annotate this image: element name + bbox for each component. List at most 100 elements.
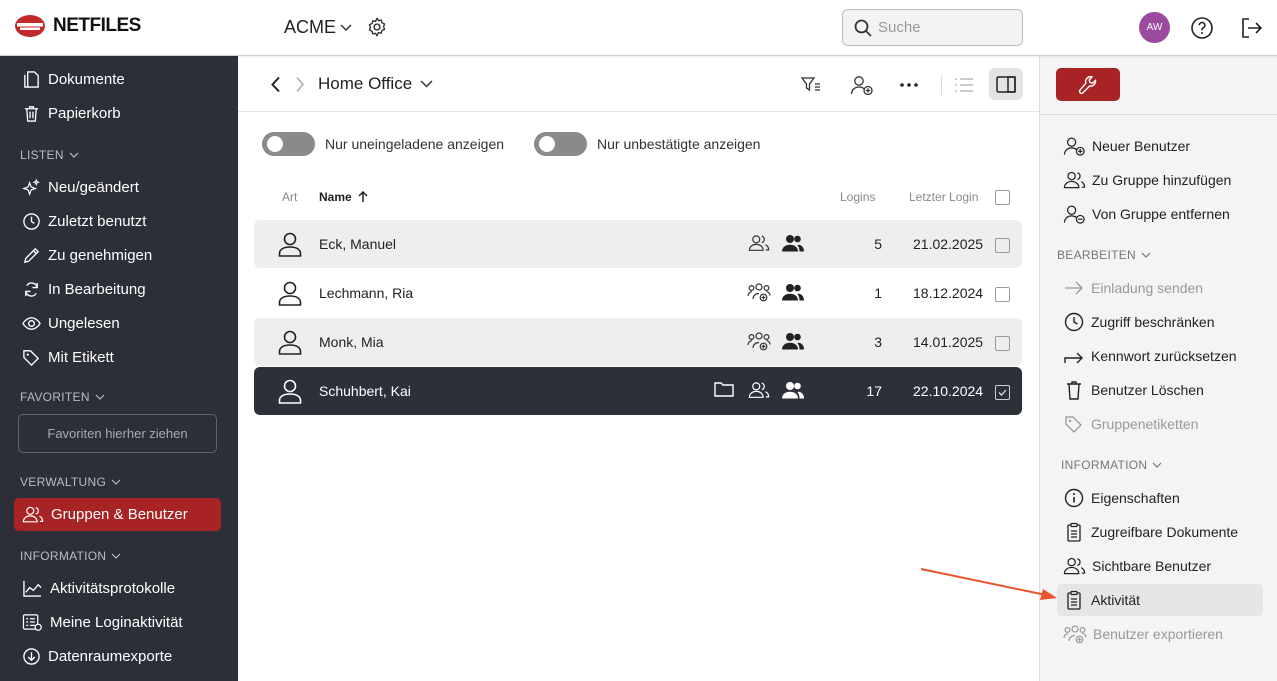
toggle-unbestaetigte[interactable]	[534, 132, 587, 156]
sidebar-item-label: Zuletzt benutzt	[48, 213, 147, 230]
users-filled-icon	[782, 333, 804, 350]
clock-icon	[23, 213, 40, 230]
action-aktivitaet[interactable]: Aktivität	[1057, 584, 1263, 616]
logout-button[interactable]	[1239, 16, 1263, 40]
folder-icon	[714, 382, 734, 397]
logout-icon	[1242, 18, 1263, 38]
column-header-logins[interactable]: Logins	[840, 190, 875, 204]
action-label: Gruppenetiketten	[1091, 416, 1199, 432]
column-header-label: Name	[319, 190, 352, 204]
groups-icon	[748, 382, 770, 398]
sort-arrow-up-icon	[358, 191, 368, 202]
add-user-button[interactable]	[846, 70, 878, 100]
search-input[interactable]	[878, 19, 1008, 36]
action-neuer-benutzer[interactable]: Neuer Benutzer	[1057, 130, 1263, 162]
sidebar-item-zu-genehmigen[interactable]: Zu genehmigen	[14, 239, 221, 272]
side-panel-toggle-button[interactable]	[989, 68, 1023, 100]
action-sichtbare-benutzer[interactable]: Sichtbare Benutzer	[1057, 550, 1263, 582]
action-benutzer-loeschen[interactable]: Benutzer Löschen	[1057, 374, 1263, 406]
column-header-art[interactable]: Art	[282, 190, 297, 204]
list-view-button[interactable]	[948, 70, 980, 100]
sidebar-item-meine-loginaktivitaet[interactable]: Meine Loginaktivität	[14, 606, 221, 639]
sidebar-item-label: Neu/geändert	[48, 179, 139, 196]
back-button[interactable]	[270, 76, 282, 93]
row-checkbox[interactable]	[995, 287, 1010, 302]
action-label: Zugriff beschränken	[1091, 314, 1215, 330]
row-checkbox[interactable]	[995, 238, 1010, 253]
chevron-down-icon	[1152, 462, 1162, 468]
sidebar-item-mit-etikett[interactable]: Mit Etikett	[14, 341, 221, 374]
section-information[interactable]: INFORMATION	[20, 549, 121, 563]
sidebar-item-label: Dokumente	[48, 71, 125, 88]
select-all-checkbox[interactable]	[995, 190, 1010, 205]
action-von-gruppe-entfernen[interactable]: Von Gruppe entfernen	[1057, 198, 1263, 230]
sidebar-item-aktivitaetsprotokolle[interactable]: Aktivitätsprotokolle	[14, 572, 221, 605]
section-information[interactable]: INFORMATION	[1061, 458, 1162, 472]
login-count: 17	[866, 383, 882, 399]
table-row[interactable]: Eck, Manuel 5 21.02.2025	[254, 220, 1022, 268]
logo[interactable]: NETFILES	[15, 14, 141, 38]
sidebar-item-neu-geaendert[interactable]: Neu/geändert	[14, 171, 221, 204]
action-zugriff-beschraenken[interactable]: Zugriff beschränken	[1057, 306, 1263, 338]
action-zugreifbare-dokumente[interactable]: Zugreifbare Dokumente	[1057, 516, 1263, 548]
section-listen[interactable]: LISTEN	[20, 148, 79, 162]
table-row-selected[interactable]: Schuhbert, Kai 17 22.10.2024	[254, 367, 1022, 415]
sidebar-item-papierkorb[interactable]: Papierkorb	[14, 97, 221, 130]
more-button[interactable]	[893, 70, 925, 100]
toggle-label: Nur unbestätigte anzeigen	[597, 136, 761, 152]
chevron-down-icon	[111, 479, 121, 485]
section-favoriten[interactable]: FAVORITEN	[20, 390, 105, 404]
wrench-icon	[1078, 75, 1097, 94]
search-box[interactable]	[842, 9, 1023, 46]
toolbar-divider	[941, 75, 942, 95]
help-button[interactable]	[1190, 16, 1214, 40]
action-einladung-senden[interactable]: Einladung senden	[1057, 272, 1263, 304]
section-verwaltung[interactable]: VERWALTUNG	[20, 475, 121, 489]
chevron-down-icon	[111, 553, 121, 559]
action-eigenschaften[interactable]: Eigenschaften	[1057, 482, 1263, 514]
row-checkbox-checked[interactable]	[995, 385, 1010, 400]
toggle-uneingeladene[interactable]	[262, 132, 315, 156]
column-header-letzter-login[interactable]: Letzter Login	[909, 190, 978, 204]
settings-button[interactable]	[366, 16, 388, 38]
sidebar-item-zuletzt-benutzt[interactable]: Zuletzt benutzt	[14, 205, 221, 238]
refresh-icon	[25, 282, 38, 297]
action-benutzer-exportieren[interactable]: Benutzer exportieren	[1057, 618, 1263, 650]
sidebar-item-label: Ungelesen	[48, 315, 120, 332]
user-name: Monk, Mia	[319, 334, 384, 350]
user-remove-icon	[1063, 205, 1085, 224]
section-bearbeiten[interactable]: BEARBEITEN	[1057, 248, 1151, 262]
tools-button[interactable]	[1056, 68, 1120, 101]
table-row[interactable]: Monk, Mia 3 14.01.2025	[254, 318, 1022, 366]
sidebar-item-dokumente[interactable]: Dokumente	[14, 63, 221, 96]
action-gruppenetiketten[interactable]: Gruppenetiketten	[1057, 408, 1263, 440]
trash-icon	[24, 106, 39, 122]
user-name: Schuhbert, Kai	[319, 383, 411, 399]
action-label: Kennwort zurücksetzen	[1091, 348, 1237, 364]
avatar[interactable]: AW	[1139, 12, 1170, 43]
chevron-down-icon	[69, 152, 79, 158]
sidebar-item-datenraumexporte[interactable]: Datenraumexporte	[14, 640, 221, 673]
user-add-icon	[850, 76, 873, 95]
sidebar-item-in-bearbeitung[interactable]: In Bearbeitung	[14, 273, 221, 306]
forward-icon	[1064, 352, 1083, 364]
favorites-dropzone[interactable]: Favoriten hierher ziehen	[18, 414, 217, 453]
table-row[interactable]: Lechmann, Ria 1 18.12.2024	[254, 269, 1022, 317]
action-kennwort-zuruecksetzen[interactable]: Kennwort zurücksetzen	[1057, 340, 1263, 372]
action-zu-gruppe-hinzufuegen[interactable]: Zu Gruppe hinzufügen	[1057, 164, 1263, 196]
column-header-name[interactable]: Name	[319, 190, 368, 204]
chevron-right-icon	[296, 77, 304, 92]
folder-title[interactable]: Home Office	[318, 74, 433, 94]
sidebar-item-ungelesen[interactable]: Ungelesen	[14, 307, 221, 340]
last-login-date: 18.12.2024	[913, 285, 984, 301]
row-checkbox[interactable]	[995, 336, 1010, 351]
sidebar-item-label: Datenraumexporte	[48, 648, 173, 665]
forward-button[interactable]	[295, 76, 305, 93]
sidebar-item-gruppen-benutzer[interactable]: Gruppen & Benutzer	[14, 498, 221, 531]
action-label: Einladung senden	[1091, 280, 1204, 296]
tenant-selector[interactable]: ACME	[284, 17, 352, 38]
filter-button[interactable]	[795, 70, 827, 100]
clipboard-icon	[1067, 590, 1081, 610]
user-icon	[278, 232, 302, 257]
toggle-label: Nur uneingeladene anzeigen	[325, 136, 505, 152]
